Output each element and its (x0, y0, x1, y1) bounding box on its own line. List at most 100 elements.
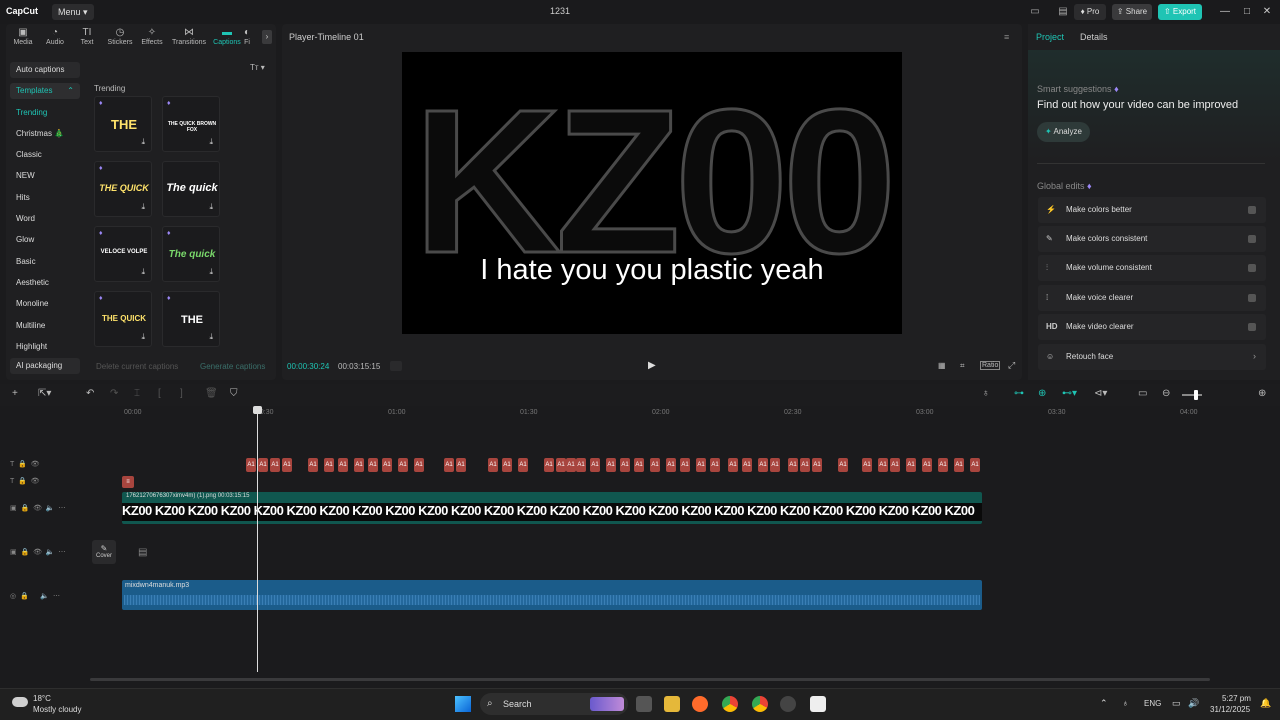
caption-clip[interactable]: A1 (544, 458, 554, 472)
eye-icon[interactable]: 👁 (33, 549, 42, 556)
more-icon[interactable]: ⋯ (53, 593, 60, 600)
playhead-handle[interactable] (253, 406, 262, 414)
windows-start-icon[interactable] (455, 696, 471, 712)
caption-clip[interactable]: A1 (324, 458, 334, 472)
tool-filters[interactable]: ◐ Fi (238, 27, 256, 46)
toggle[interactable] (1248, 235, 1256, 243)
category-basic[interactable]: Basic (10, 254, 80, 270)
zoom-out-icon[interactable]: ⊖ (1162, 388, 1170, 399)
category-highlight[interactable]: Highlight (10, 339, 80, 355)
category-aesthetic[interactable]: Aesthetic (10, 275, 80, 291)
caption-clip[interactable]: A1 (518, 458, 528, 472)
video-preview[interactable]: KZ00 I hate you you plastic yeah (402, 52, 902, 334)
download-icon[interactable]: ⤓ (141, 137, 145, 147)
clock-time[interactable]: 5:27 pm (1222, 694, 1251, 703)
caption-clip[interactable]: A1 (838, 458, 848, 472)
tab-project[interactable]: Project (1036, 32, 1064, 42)
caption-clip[interactable]: A1 (666, 458, 676, 472)
caption-marker-clip[interactable]: ≡ (122, 476, 134, 488)
fullscreen-icon[interactable]: ⤢ (1008, 360, 1015, 371)
snap-icon[interactable]: ⊷▾ (1062, 388, 1077, 399)
tool-transitions[interactable]: ⋈ Transitions (172, 27, 206, 46)
tool-effects[interactable]: ✧ Effects (135, 27, 169, 46)
timeline-ruler[interactable]: 00:00 00:30 01:00 01:30 02:00 02:30 03:0… (88, 406, 1280, 420)
monitor-icon[interactable]: ▭ (1172, 698, 1181, 709)
select-tool-icon[interactable]: ⇱▾ (38, 388, 51, 399)
task-view-icon[interactable] (636, 696, 652, 712)
split-right-icon[interactable]: ] (180, 388, 183, 399)
caption-clip[interactable]: A1 (922, 458, 932, 472)
download-icon[interactable]: ⤓ (141, 332, 145, 342)
tool-media[interactable]: ▣ Media (6, 27, 40, 46)
download-icon[interactable]: ⤓ (209, 267, 213, 277)
caption-clip[interactable]: A1 (246, 458, 256, 472)
download-icon[interactable]: ⤓ (209, 332, 213, 342)
template-card[interactable]: ♦ The quick ⤓ (162, 226, 220, 282)
download-icon[interactable]: ⤓ (141, 202, 145, 212)
caption-clip[interactable]: A1 (620, 458, 630, 472)
category-new[interactable]: NEW (10, 168, 80, 184)
redo-icon[interactable]: ↷ (110, 388, 118, 399)
crop-icon[interactable]: ⌗ (960, 361, 965, 371)
template-card[interactable]: ♦ THE QUICK BROWN FOX ⤓ (162, 96, 220, 152)
toggle[interactable] (1248, 264, 1256, 272)
close-icon[interactable]: ✕ (1260, 5, 1274, 19)
caption-clip[interactable]: A1 (770, 458, 780, 472)
menu-button[interactable]: Menu ▾ (52, 4, 94, 20)
tool-text[interactable]: TI Text (70, 27, 104, 46)
caption-clip[interactable]: A1 (812, 458, 822, 472)
pro-button[interactable]: ♦ Pro (1074, 4, 1106, 20)
add-track-icon[interactable]: + (12, 388, 18, 399)
eye-icon[interactable]: 👁 (31, 461, 40, 468)
category-glow[interactable]: Glow (10, 232, 80, 248)
shortcuts-icon[interactable]: ▤ (1056, 5, 1070, 19)
player-menu-icon[interactable]: ≡ (1004, 32, 1009, 42)
timecode-toggle-icon[interactable] (390, 361, 402, 371)
caption-clip[interactable]: A1 (970, 458, 980, 472)
ratio-button[interactable]: Ratio (980, 361, 1001, 370)
caption-clip[interactable]: A1 (878, 458, 888, 472)
capcut-taskbar-icon[interactable] (810, 696, 826, 712)
weather-description[interactable]: Mostly cloudy (33, 705, 81, 714)
template-card[interactable]: The quick ⤓ (162, 161, 220, 217)
eye-icon[interactable]: 👁 (31, 478, 40, 485)
subtitle-text[interactable]: I hate you you plastic yeah (402, 254, 902, 287)
caption-clip[interactable]: A1 (456, 458, 466, 472)
caption-clip[interactable]: A1 (938, 458, 948, 472)
generate-captions-button[interactable]: Generate captions (200, 362, 265, 371)
caption-clip[interactable]: A1 (282, 458, 292, 472)
caption-clip[interactable]: A1 (696, 458, 706, 472)
template-card[interactable]: ♦ THE QUICK ⤓ (94, 291, 152, 347)
tool-audio[interactable]: ◔ Audio (38, 27, 72, 46)
layout-icon[interactable]: ▭ (1028, 5, 1042, 19)
caption-clip[interactable]: A1 (758, 458, 768, 472)
caption-clip[interactable]: A1 (368, 458, 378, 472)
download-icon[interactable]: ⤓ (209, 202, 213, 212)
caption-clip[interactable]: A1 (354, 458, 364, 472)
preview-axis-icon[interactable]: ⊲▾ (1094, 388, 1107, 399)
more-icon[interactable]: ⋯ (59, 505, 66, 512)
caption-clip[interactable]: A1 (502, 458, 512, 472)
caption-clip[interactable]: A1 (606, 458, 616, 472)
text-size-filter-icon[interactable]: Tᴛ ▾ (250, 63, 265, 72)
caption-clip[interactable]: A1 (338, 458, 348, 472)
category-multiline[interactable]: Multiline (10, 318, 80, 334)
fullscreen-quality-icon[interactable]: ▦ (938, 361, 946, 370)
tool-stickers[interactable]: ◷ Stickers (103, 27, 137, 46)
template-card[interactable]: ♦ THE QUICK ⤓ (94, 161, 152, 217)
download-icon[interactable]: ⤓ (141, 267, 145, 277)
category-hits[interactable]: Hits (10, 190, 80, 206)
category-auto-captions[interactable]: Auto captions (10, 62, 80, 78)
caption-clip[interactable]: A1 (680, 458, 690, 472)
lock-icon[interactable]: 🔒 (20, 593, 29, 600)
play-icon[interactable]: ▶ (648, 360, 656, 371)
caption-clip[interactable]: A1 (488, 458, 498, 472)
analyze-button[interactable]: ✦ Analyze (1037, 122, 1090, 142)
project-title[interactable]: 1231 (540, 6, 580, 16)
language-indicator[interactable]: ENG (1144, 699, 1161, 708)
caption-clip[interactable]: A1 (906, 458, 916, 472)
link-icon[interactable]: ⊶ (1014, 388, 1024, 399)
chevron-up-icon[interactable]: ⌃ (1100, 698, 1108, 709)
category-classic[interactable]: Classic (10, 147, 80, 163)
minimize-icon[interactable]: — (1218, 5, 1232, 19)
